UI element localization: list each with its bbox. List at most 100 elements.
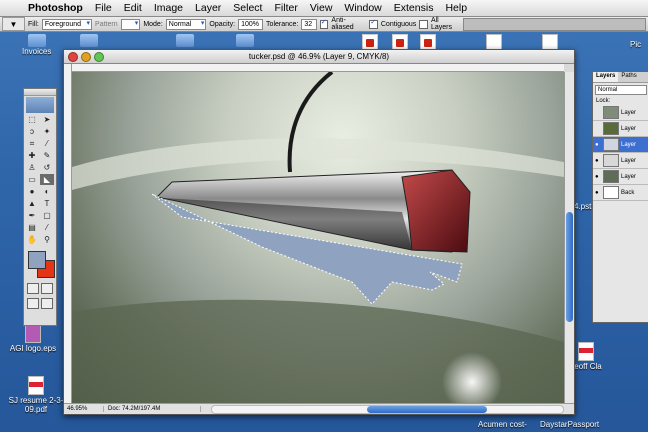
layer-row[interactable]: Layer [593,121,648,137]
menu-app-photoshop[interactable]: Photoshop [22,2,89,14]
magic-wand-tool-icon[interactable]: ✦ [40,126,54,137]
layer-row[interactable]: ● Layer [593,169,648,185]
type-tool-icon[interactable]: T [40,198,54,209]
eraser-tool-icon[interactable]: ▭ [25,174,39,185]
layer-row[interactable]: Layer [593,105,648,121]
menu-extensis[interactable]: Extensis [388,2,440,14]
move-tool-icon[interactable]: ➤ [40,114,54,125]
history-brush-tool-icon[interactable]: ↺ [40,162,54,173]
eye-icon[interactable]: ● [595,190,601,196]
status-bar: 46.95% Doc: 74.2M/197.4M [64,403,574,414]
horizontal-ruler[interactable] [72,64,564,72]
contiguous-checkbox[interactable] [369,18,378,29]
menu-file[interactable]: File [89,2,118,14]
menu-help[interactable]: Help [439,2,473,14]
desktop-icon-pic[interactable]: Pic [630,40,641,49]
eye-icon[interactable]: ● [595,142,601,148]
document-size[interactable]: Doc: 74.2M/197.4M [104,406,201,412]
layers-panel-tabs: Layers Paths [593,72,648,83]
menu-select[interactable]: Select [227,2,268,14]
zoom-tool-icon[interactable]: ⚲ [40,234,54,245]
foreground-color-swatch[interactable] [28,251,46,269]
layer-row[interactable]: ● Back [593,185,648,201]
mask-mode-buttons [24,281,56,296]
menu-window[interactable]: Window [338,2,387,14]
desktop-icon-pst[interactable]: 4.pst [574,202,591,211]
slice-tool-icon[interactable]: ⁄ [40,138,54,149]
eye-icon[interactable]: ● [595,158,601,164]
folder-icon [80,34,98,47]
menu-edit[interactable]: Edit [118,2,148,14]
paint-bucket-icon[interactable]: ▼ [2,17,25,31]
desktop-icon-folder-3[interactable] [236,34,254,47]
vertical-scroll-thumb[interactable] [566,212,573,322]
crop-tool-icon[interactable]: ⌗ [25,138,39,149]
horizontal-scrollbar[interactable] [211,404,564,414]
full-screen-icon[interactable] [41,298,53,309]
document-titlebar[interactable]: tucker.psd @ 46.9% (Layer 9, CMYK/8) [64,50,574,64]
close-icon[interactable] [68,52,78,62]
screen-mode-icon[interactable] [27,298,39,309]
healing-brush-tool-icon[interactable]: ✚ [25,150,39,161]
pen-tool-icon[interactable]: ✒ [25,210,39,221]
quick-mask-icon[interactable] [41,283,53,294]
layer-row[interactable]: ● Layer [593,153,648,169]
pattern-select[interactable] [120,18,141,30]
folder-icon [236,34,254,47]
menu-filter[interactable]: Filter [268,2,303,14]
dodge-tool-icon[interactable]: ◐ [40,186,54,197]
tolerance-input[interactable]: 32 [301,18,317,30]
menu-layer[interactable]: Layer [189,2,227,14]
lock-label: Lock: [596,98,611,104]
eye-icon[interactable]: ● [595,174,601,180]
clone-stamp-tool-icon[interactable]: ♙ [25,162,39,173]
path-selection-tool-icon[interactable]: ▲ [25,198,39,209]
zoom-level[interactable]: 46.95% [64,406,104,412]
feather-logo-icon[interactable] [26,97,54,113]
desktop-icon-acumen[interactable]: Acumen cost- [478,420,527,429]
lasso-tool-icon[interactable]: ↄ [25,126,39,137]
desktop-icon-daystar[interactable]: DaystarPassport [540,420,599,429]
tab-layers[interactable]: Layers [593,72,619,82]
pdf-file-icon [28,376,44,395]
minimize-icon[interactable] [81,52,91,62]
marquee-tool-icon[interactable]: ⬚ [25,114,39,125]
folder-icon [27,34,46,47]
layer-row-selected[interactable]: ● Layer [593,137,648,153]
standard-mode-icon[interactable] [27,283,39,294]
fill-select[interactable]: Foreground [41,18,93,30]
vertical-ruler[interactable] [64,64,72,404]
eyedropper-tool-icon[interactable]: ⁄ [40,222,54,233]
desktop-icon-folder-2[interactable] [176,34,194,47]
menu-view[interactable]: View [304,2,339,14]
vertical-scrollbar[interactable] [564,72,574,404]
zoom-icon[interactable] [94,52,104,62]
paint-bucket-tool-icon[interactable]: ◣ [40,174,54,185]
hand-tool-icon[interactable]: ✋ [25,234,39,245]
blend-mode-select[interactable]: Normal [595,85,647,95]
visibility-icon[interactable] [595,110,601,116]
blur-tool-icon[interactable]: ● [25,186,39,197]
all-layers-label: All Layers [430,17,452,31]
horizontal-scroll-thumb[interactable] [367,405,487,413]
screen-mode-buttons [24,296,56,311]
menu-image[interactable]: Image [148,2,189,14]
toolbox-titlebar[interactable] [24,89,56,96]
all-layers-checkbox[interactable] [419,19,428,29]
opacity-input[interactable]: 100% [238,18,264,30]
notes-tool-icon[interactable]: ▤ [25,222,39,233]
palette-well[interactable] [463,17,646,31]
fill-label: Fill: [27,20,39,28]
desktop-icon-folder[interactable] [80,34,98,47]
tool-grid: ⬚ ➤ ↄ ✦ ⌗ ⁄ ✚ ✎ ♙ ↺ ▭ ◣ ● ◐ ▲ T ✒ ▢ ▤ ⁄ … [24,114,56,245]
desktop-icon-sj-resume[interactable]: SJ resume 2-3-09.pdf [8,376,64,414]
tab-paths[interactable]: Paths [618,72,639,82]
shape-tool-icon[interactable]: ▢ [40,210,54,221]
mode-select[interactable]: Normal [165,18,207,30]
desktop-icon-invoices[interactable]: Invoices [22,34,51,56]
visibility-icon[interactable] [595,126,601,132]
brush-tool-icon[interactable]: ✎ [40,150,54,161]
image-canvas[interactable] [72,72,564,404]
anti-aliased-checkbox[interactable] [319,18,329,29]
desktop-icon-agi-logo[interactable]: AGI logo.eps [4,324,62,353]
